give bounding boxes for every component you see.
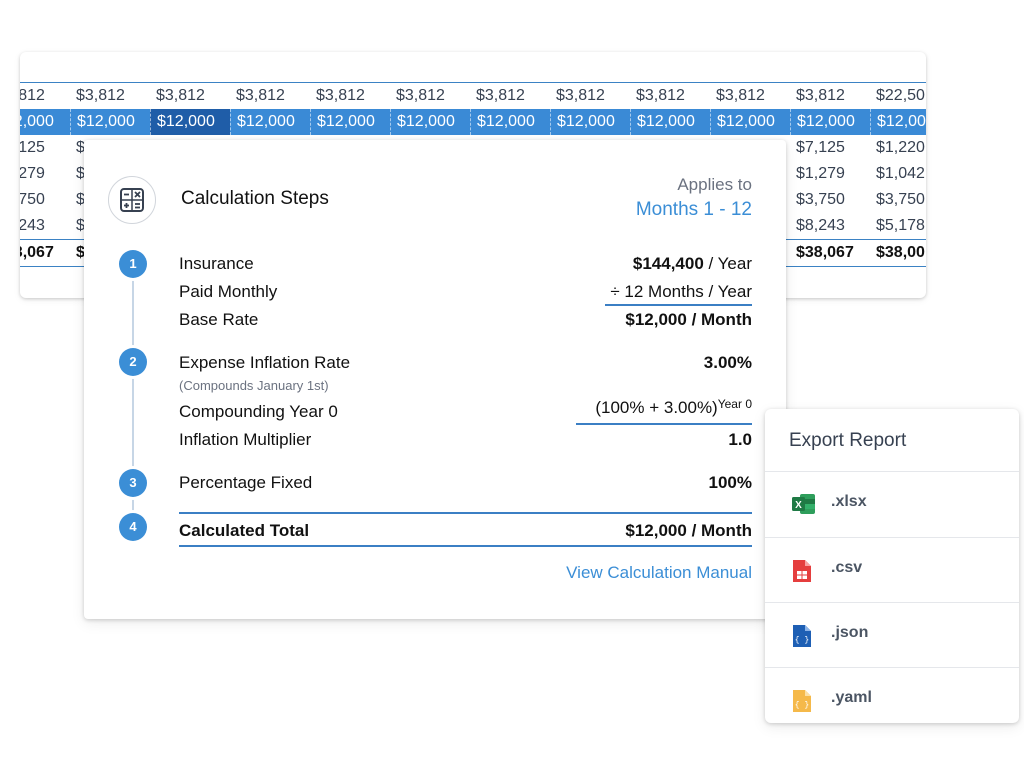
table-cell[interactable]: $38,067 [20, 240, 70, 266]
inflation-note: (Compounds January 1st) [179, 378, 329, 393]
calculated-total-value: $12,000 / Month [625, 521, 752, 540]
excel-file-icon: X [791, 492, 817, 521]
base-rate-value: $12,000 / Month [625, 310, 752, 329]
svg-text:{ }: { } [795, 636, 809, 645]
table-cell[interactable]: $8,243 [790, 213, 870, 239]
table-row: $12,000$12,000$12,000$12,000$12,000$12,0… [20, 109, 926, 135]
table-cell[interactable]: $7,125 [790, 135, 870, 161]
table-cell[interactable]: $12,000 [630, 109, 710, 135]
table-cell[interactable]: $12,000 [310, 109, 390, 135]
table-cell[interactable]: $12,00 [870, 109, 926, 135]
compounding-year-value: (100% + 3.00%)Year 0 [595, 397, 752, 418]
card-title: Calculation Steps [181, 188, 329, 209]
table-cell[interactable]: $1,279 [790, 161, 870, 187]
compounding-year-label: Compounding Year 0 [179, 402, 338, 421]
xlsx-label: .xlsx [831, 493, 867, 510]
table-cell[interactable]: $12,000 [390, 109, 470, 135]
export-yaml-option[interactable]: { } .yaml [765, 668, 1019, 733]
table-cell[interactable]: $38,067 [790, 240, 870, 266]
inflation-rate-value: 3.00% [703, 353, 752, 372]
svg-text:X: X [795, 500, 802, 511]
table-cell[interactable]: $22,50 [870, 83, 926, 109]
table-cell[interactable]: $12,000 [710, 109, 790, 135]
table-cell[interactable]: $5,178 [870, 213, 926, 239]
paid-underline [605, 304, 752, 306]
paid-monthly-label: Paid Monthly [179, 282, 278, 301]
step-4-marker: 4 [119, 513, 147, 541]
table-cell[interactable]: $12,000 [790, 109, 870, 135]
table-cell[interactable]: $38,00 [870, 240, 926, 266]
insurance-unit: / Year [703, 254, 753, 273]
json-file-icon: { } [791, 623, 813, 654]
table-cell[interactable]: $3,812 [790, 83, 870, 109]
calculator-icon [108, 176, 156, 224]
step-2-marker: 2 [119, 348, 147, 376]
csv-label: .csv [831, 559, 863, 576]
compounding-underline [576, 423, 752, 425]
total-top-line [179, 512, 752, 514]
yaml-label: .yaml [831, 689, 872, 706]
table-cell[interactable]: $8,243 [20, 213, 70, 239]
table-cell[interactable]: $12,000 [470, 109, 550, 135]
table-cell[interactable]: $3,812 [310, 83, 390, 109]
export-csv-option[interactable]: .csv [765, 538, 1019, 603]
paid-monthly-value: ÷ 12 Months / Year [610, 282, 752, 301]
export-json-option[interactable]: { } .json [765, 603, 1019, 668]
json-label: .json [831, 624, 869, 641]
insurance-value: $144,400 / Year [633, 254, 752, 274]
compounding-formula: (100% + 3.00%) [595, 398, 718, 417]
table-cell[interactable]: $3,812 [150, 83, 230, 109]
export-title: Export Report [789, 430, 907, 451]
table-cell[interactable]: $12,000 [550, 109, 630, 135]
applies-to-label: Applies to [677, 175, 752, 194]
table-cell[interactable]: $3,750 [790, 187, 870, 213]
export-xlsx-option[interactable]: X .xlsx [765, 472, 1019, 537]
table-cell[interactable]: $3,812 [630, 83, 710, 109]
total-bottom-line [179, 545, 752, 547]
step-1-marker: 1 [119, 250, 147, 278]
table-cell[interactable]: $3,812 [70, 83, 150, 109]
svg-text:{ }: { } [795, 701, 809, 710]
base-rate-label: Base Rate [179, 310, 259, 329]
table-cell[interactable]: $12,000 [70, 109, 150, 135]
inflation-rate-label: Expense Inflation Rate [179, 353, 351, 372]
table-cell[interactable]: $3,812 [470, 83, 550, 109]
table-cell[interactable]: $1,279 [20, 161, 70, 187]
table-cell[interactable]: $7,125 [20, 135, 70, 161]
table-cell[interactable]: $3,812 [390, 83, 470, 109]
table-cell[interactable]: $3,750 [870, 187, 926, 213]
insurance-label: Insurance [179, 254, 254, 273]
table-cell[interactable]: $12,000 [230, 109, 310, 135]
table-cell[interactable]: $12,000 [20, 109, 70, 135]
percentage-fixed-value: 100% [708, 473, 752, 492]
table-cell[interactable]: $1,220 [870, 135, 926, 161]
table-cell[interactable]: $1,042 [870, 161, 926, 187]
view-calculation-manual-link[interactable]: View Calculation Manual [566, 563, 752, 583]
table-cell[interactable]: $3,812 [20, 83, 70, 109]
table-cell[interactable]: $3,812 [550, 83, 630, 109]
calculation-steps-card: Calculation Steps Applies to Months 1 - … [84, 140, 786, 619]
table-row: $3,812$3,812$3,812$3,812$3,812$3,812$3,8… [20, 83, 926, 109]
applies-to-value: Months 1 - 12 [635, 199, 752, 220]
insurance-amount: $144,400 [632, 254, 704, 273]
export-report-panel: Export Report X .xlsx .csv {} .json {}… [765, 409, 1019, 723]
compounding-exponent: Year 0 [717, 397, 752, 411]
inflation-multiplier-value: 1.0 [728, 430, 752, 449]
inflation-multiplier-label: Inflation Multiplier [179, 430, 312, 449]
table-cell[interactable]: $3,750 [20, 187, 70, 213]
percentage-fixed-label: Percentage Fixed [179, 473, 313, 492]
step-3-marker: 3 [119, 469, 147, 497]
table-cell[interactable]: $3,812 [710, 83, 790, 109]
yaml-file-icon: { } [791, 688, 813, 719]
table-cell[interactable]: $12,000 [150, 109, 230, 135]
calculated-total-label: Calculated Total [179, 521, 310, 540]
csv-file-icon [791, 558, 813, 589]
table-cell[interactable]: $3,812 [230, 83, 310, 109]
